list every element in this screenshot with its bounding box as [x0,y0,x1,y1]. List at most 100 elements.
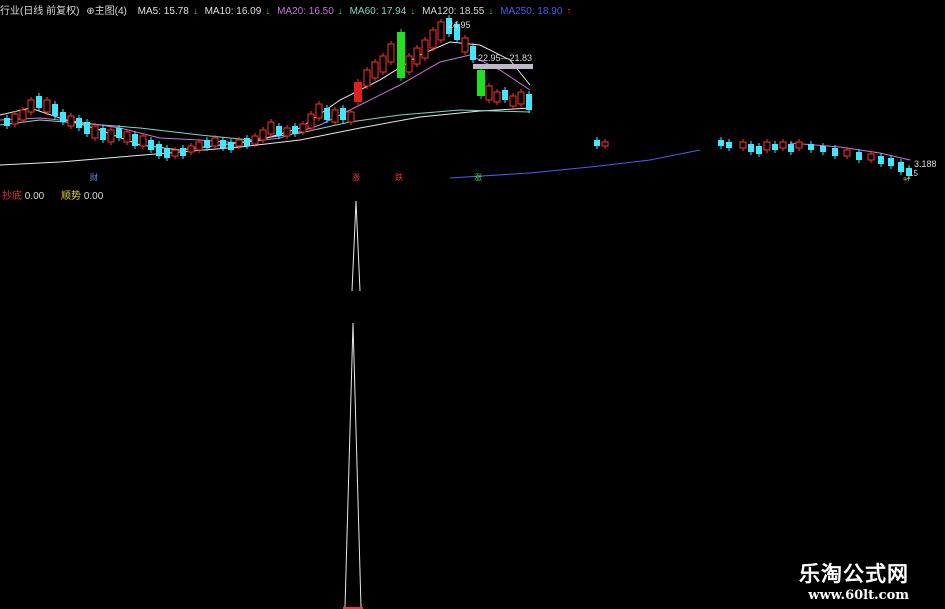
candle [808,144,814,150]
candle [601,141,609,147]
candle [100,128,106,140]
candle [139,135,147,147]
indicator-name-2: 顺势 [61,191,82,202]
candle [4,118,10,126]
candle [228,142,234,150]
candle [107,129,115,143]
candle [11,113,19,125]
candle [856,152,862,160]
candle [470,46,476,60]
candle [820,146,826,152]
candle [315,103,323,119]
candle [340,108,346,120]
watermark-url: www.60lt.com [808,588,909,603]
candle [878,156,884,164]
last-price-label: 3.188 [914,159,937,169]
signal-spike-upper [351,200,361,292]
candle [748,144,754,152]
candle [517,91,525,105]
candle [267,121,275,135]
candle [187,145,195,153]
candle [156,144,162,156]
candle [867,153,875,161]
candle [36,96,42,108]
candle [164,148,170,158]
candle [371,61,379,79]
high-price-label: 24.95 [448,20,471,30]
candle [292,126,298,134]
candle [235,139,243,147]
candle [276,126,282,136]
candle [324,108,330,120]
candle [116,128,122,138]
candle [91,125,99,139]
candle [379,55,387,73]
candle [772,144,778,150]
candle [832,148,838,156]
candle [493,91,501,103]
range-box [473,64,533,69]
signal-spike-lower [344,322,362,608]
candle [195,141,203,151]
indicator-plot [343,200,363,609]
indicator-value-1: 0.00 [24,191,45,202]
candle [387,43,395,63]
candle [763,141,771,151]
candle [244,138,250,146]
candle [251,135,259,145]
candle [843,149,851,157]
candle [397,32,405,78]
indicator-value-2: 0.00 [83,191,104,202]
candle [526,94,532,110]
candle [756,146,762,154]
ma250-line [449,149,701,179]
candle [888,158,894,166]
range-label: 22.95—21.83 [478,53,533,63]
candle [67,115,75,127]
candle [718,140,724,146]
candle [259,129,267,141]
candlestick-plot [0,15,912,179]
candle [788,144,794,152]
candle [19,109,27,121]
candle [405,55,413,73]
candle [502,90,508,100]
candle [283,127,291,137]
candle [60,112,66,122]
candle [594,140,600,146]
candle [413,47,421,65]
candle [43,99,51,113]
candle [76,118,82,128]
candle [132,134,138,146]
candle [299,123,307,133]
site-watermark: 乐淘公式网 www.60lt.com [799,558,909,603]
candle [795,141,803,149]
candle [726,142,732,148]
candle [779,141,787,149]
candle [220,140,226,148]
candle [307,113,315,129]
candle [437,21,445,41]
candle [52,104,58,116]
candle [477,70,485,96]
candle [363,69,371,87]
candle [429,29,437,49]
candles-group [4,15,912,179]
watermark-title: 乐淘公式网 [799,561,909,586]
candle [211,137,219,147]
indicator-legend: 抄底 0.00 顺势 0.00 [2,187,117,202]
candle [27,99,35,113]
indicator-pane[interactable] [0,181,945,609]
candle [421,39,429,59]
candle [461,37,469,53]
candle [204,140,210,148]
candle [331,109,339,123]
candle [171,149,179,157]
candle [347,111,355,123]
main-chart-pane[interactable]: 行业(日线 前复权) ⊕主图(4) MA5: 15.78 ↓ MA10: 16.0… [0,0,945,186]
candle [180,148,186,156]
candle [898,162,904,172]
candle [123,131,131,143]
candle [739,141,747,149]
candle [148,140,154,150]
